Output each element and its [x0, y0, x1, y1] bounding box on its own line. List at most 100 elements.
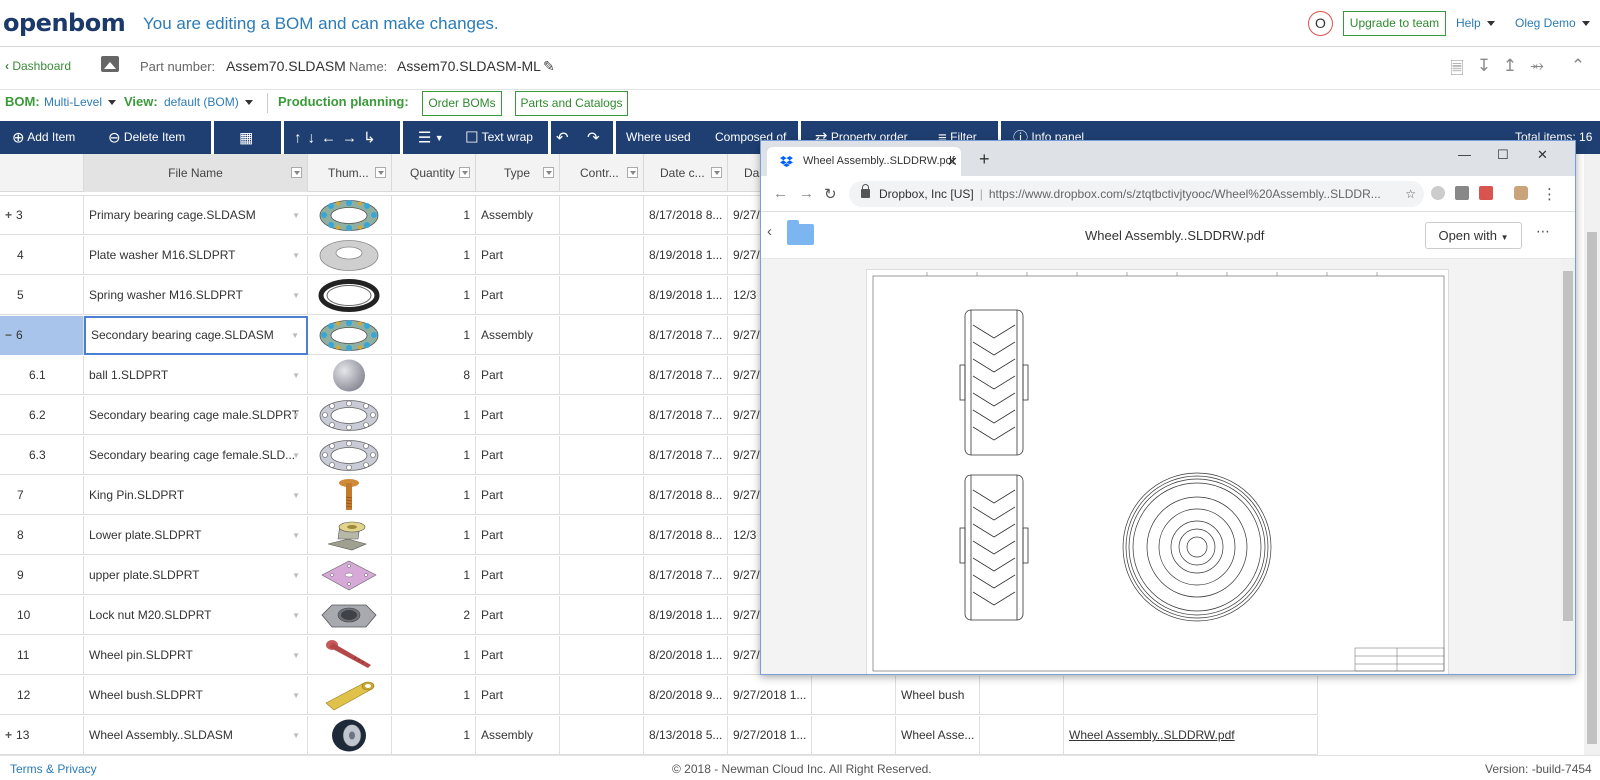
quantity-cell[interactable]: 1 — [392, 316, 476, 355]
type-cell[interactable]: Assembly — [476, 196, 560, 235]
date-cell[interactable]: 9/27/2018 1... — [728, 676, 812, 715]
part-thumbnail[interactable] — [318, 679, 380, 712]
new-tab-icon[interactable]: + — [979, 149, 990, 170]
download-icon[interactable]: ↧ — [1474, 56, 1494, 76]
thumbnail-cell[interactable] — [308, 236, 392, 275]
row-number-cell[interactable]: +13 — [0, 716, 84, 755]
column-filter-icon[interactable] — [375, 167, 386, 178]
arrow-right-icon[interactable]: → — [342, 129, 363, 146]
row-number-cell[interactable]: 5 — [0, 276, 84, 315]
part-thumbnail[interactable] — [318, 719, 380, 752]
row-number-cell[interactable]: 6.2 — [0, 396, 84, 435]
thumbnail-cell[interactable] — [308, 676, 392, 715]
file-name-cell[interactable]: Wheel bush.SLDPRT▼ — [84, 676, 308, 715]
column-filter-icon[interactable] — [711, 167, 722, 178]
row-number-cell[interactable]: 9 — [0, 556, 84, 595]
file-name-cell[interactable]: Spring washer M16.SLDPRT▼ — [84, 276, 308, 315]
table-row[interactable]: 12Wheel bush.SLDPRT▼1Part8/20/2018 9...9… — [0, 676, 1318, 715]
date-created-cell[interactable]: 8/17/2018 7... — [644, 396, 728, 435]
arrow-up-icon[interactable]: ↑ — [294, 129, 308, 146]
type-cell[interactable]: Part — [476, 476, 560, 515]
document-icon[interactable]: 🗏 — [1447, 56, 1467, 76]
date-created-cell[interactable]: 8/17/2018 8... — [644, 476, 728, 515]
file-name-cell[interactable]: Lower plate.SLDPRT▼ — [84, 516, 308, 555]
date-created-cell[interactable]: 8/19/2018 1... — [644, 276, 728, 315]
browser-tab[interactable]: Wheel Assembly..SLDDRW.pdf ✕ — [767, 147, 961, 176]
pdf-viewer[interactable] — [761, 259, 1576, 675]
header-date-created[interactable]: Date c... — [644, 154, 728, 192]
type-cell[interactable]: Part — [476, 276, 560, 315]
profile-avatar[interactable] — [1514, 186, 1528, 200]
add-item-button[interactable]: ⊕ Add Item — [12, 121, 75, 154]
date-created-cell[interactable]: 8/17/2018 7... — [644, 436, 728, 475]
part-thumbnail[interactable] — [318, 439, 380, 472]
type-cell[interactable]: Part — [476, 556, 560, 595]
file-name-cell[interactable]: Secondary bearing cage female.SLD...▼ — [84, 436, 308, 475]
quantity-cell[interactable]: 1 — [392, 636, 476, 675]
expand-icon[interactable]: + — [5, 728, 12, 742]
help-menu[interactable]: Help — [1456, 16, 1495, 30]
url-input[interactable]: Dropbox, Inc [US]|https://www.dropbox.co… — [849, 181, 1424, 207]
where-used-button[interactable]: Where used — [626, 121, 691, 154]
file-name-cell[interactable]: upper plate.SLDPRT▼ — [84, 556, 308, 595]
cell-dropdown-icon[interactable]: ▼ — [292, 636, 300, 675]
type-cell[interactable]: Assembly — [476, 716, 560, 755]
file-name-cell[interactable]: ball 1.SLDPRT▼ — [84, 356, 308, 395]
delete-item-button[interactable]: ⊖ Delete Item — [108, 121, 185, 154]
arrow-indent-icon[interactable]: ↳ — [363, 129, 382, 146]
link-cell[interactable]: Wheel Assembly..SLDDRW.pdf — [1064, 716, 1318, 755]
header-quantity[interactable]: Quantity — [392, 154, 476, 192]
row-number-cell[interactable]: 4 — [0, 236, 84, 275]
empty-cell[interactable] — [812, 676, 896, 715]
quantity-cell[interactable]: 1 — [392, 236, 476, 275]
move-arrows[interactable]: ↑↓←→↳ — [294, 121, 382, 154]
quantity-cell[interactable]: 1 — [392, 716, 476, 755]
date-created-cell[interactable]: 8/17/2018 7... — [644, 356, 728, 395]
cell-dropdown-icon[interactable]: ▼ — [291, 318, 299, 353]
link-cell[interactable] — [1064, 676, 1318, 715]
row-number-cell[interactable]: +3 — [0, 196, 84, 235]
row-number-cell[interactable]: 6.3 — [0, 436, 84, 475]
quantity-cell[interactable]: 1 — [392, 436, 476, 475]
part-thumbnail[interactable] — [318, 359, 380, 392]
controlled-cell[interactable] — [560, 316, 644, 355]
type-cell[interactable]: Part — [476, 636, 560, 675]
controlled-cell[interactable] — [560, 356, 644, 395]
parts-and-catalogs-button[interactable]: Parts and Catalogs — [515, 91, 628, 116]
controlled-cell[interactable] — [560, 516, 644, 555]
thumbnail-cell[interactable] — [308, 396, 392, 435]
file-name-cell[interactable]: King Pin.SLDPRT▼ — [84, 476, 308, 515]
viewer-scrollbar[interactable] — [1561, 259, 1575, 675]
user-menu[interactable]: Oleg Demo — [1515, 16, 1590, 30]
type-cell[interactable]: Part — [476, 356, 560, 395]
date-created-cell[interactable]: 8/17/2018 7... — [644, 316, 728, 355]
back-arrow-icon[interactable]: ← — [773, 185, 788, 202]
reload-icon[interactable]: ↻ — [824, 185, 837, 203]
thumbnail-cell[interactable] — [308, 436, 392, 475]
thumbnail-cell[interactable] — [308, 716, 392, 755]
share-icon[interactable]: ⥇ — [1527, 56, 1547, 76]
maximize-icon[interactable]: ☐ — [1497, 147, 1509, 163]
row-number-cell[interactable]: 7 — [0, 476, 84, 515]
date-created-cell[interactable]: 8/19/2018 1... — [644, 596, 728, 635]
pdf-extension-icon[interactable] — [1479, 186, 1493, 200]
file-name-cell[interactable]: Wheel Assembly..SLDASM▼ — [84, 716, 308, 755]
drawing-link[interactable]: Wheel Assembly..SLDDRW.pdf — [1069, 728, 1235, 742]
cell-dropdown-icon[interactable]: ▼ — [292, 516, 300, 555]
header-thumbnail[interactable]: Thum... — [308, 154, 392, 192]
view-select[interactable]: default (BOM) — [164, 95, 253, 109]
text-wrap-toggle[interactable]: ☐ Text wrap — [465, 121, 533, 154]
redo-icon[interactable]: ↷ — [587, 121, 600, 154]
quantity-cell[interactable]: 1 — [392, 276, 476, 315]
row-number-cell[interactable]: 10 — [0, 596, 84, 635]
empty-cell[interactable] — [980, 716, 1064, 755]
description-cell[interactable]: Wheel Asse... — [896, 716, 980, 755]
row-number-cell[interactable]: 12 — [0, 676, 84, 715]
type-cell[interactable]: Part — [476, 676, 560, 715]
quantity-cell[interactable]: 8 — [392, 356, 476, 395]
row-number-cell[interactable]: 8 — [0, 516, 84, 555]
column-filter-icon[interactable] — [543, 167, 554, 178]
quantity-cell[interactable]: 1 — [392, 556, 476, 595]
date-created-cell[interactable]: 8/20/2018 1... — [644, 636, 728, 675]
date-created-cell[interactable]: 8/13/2018 5... — [644, 716, 728, 755]
